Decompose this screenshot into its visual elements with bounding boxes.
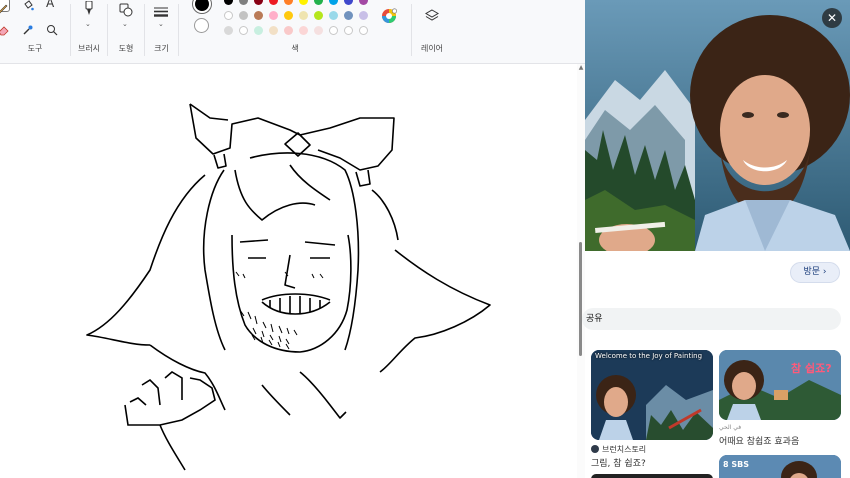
brush-icon[interactable]	[82, 0, 96, 15]
related-thumbnail	[591, 350, 713, 440]
desktop: A 도구 ⌄ 브러시 ⌄ 도형 ⌄ 크기 색 레이어 ▲ ✕ 방문 › 공유 W…	[0, 0, 850, 478]
card-source-name: 브런치스토리	[602, 445, 647, 454]
color-swatch[interactable]	[224, 11, 233, 20]
chevron-down-icon[interactable]: ⌄	[122, 20, 128, 28]
shapes-icon[interactable]	[119, 2, 133, 17]
color-swatch[interactable]	[359, 11, 368, 20]
card-overlay-text: 참 쉽죠?	[791, 362, 832, 375]
shapes-group[interactable]: ⌄ 도형	[108, 0, 144, 64]
tools-group: A 도구	[0, 0, 70, 64]
scroll-up-arrow-icon[interactable]: ▲	[577, 64, 585, 71]
card-title-banner: Welcome to the Joy of Painting	[595, 352, 703, 360]
color-swatch[interactable]	[344, 26, 353, 35]
color-swatch[interactable]	[314, 11, 323, 20]
color-picker-icon[interactable]	[22, 21, 36, 35]
colors-group: 색	[179, 0, 411, 64]
color-swatch[interactable]	[329, 11, 338, 20]
color-swatch[interactable]	[254, 0, 263, 5]
secondary-color[interactable]	[194, 18, 209, 33]
color-swatch[interactable]	[239, 11, 248, 20]
magnifier-icon[interactable]	[46, 21, 60, 36]
eraser-icon[interactable]	[0, 21, 12, 36]
tools-group-label: 도구	[27, 44, 43, 53]
color-swatch[interactable]	[224, 0, 233, 5]
related-image-card[interactable]: Welcome to the Joy of Painting	[591, 350, 713, 440]
color-swatch[interactable]	[359, 26, 368, 35]
color-swatch[interactable]	[314, 26, 323, 35]
canvas-vertical-scrollbar[interactable]: ▲	[577, 64, 585, 478]
layers-group[interactable]: 레이어	[412, 0, 452, 64]
close-button[interactable]: ✕	[822, 8, 842, 28]
colors-group-label: 색	[291, 44, 299, 53]
visit-button[interactable]: 방문 ›	[790, 262, 840, 283]
color-swatch[interactable]	[299, 0, 308, 5]
color-swatch[interactable]	[329, 0, 338, 5]
size-group-label: 크기	[154, 44, 169, 53]
color-swatch[interactable]	[284, 26, 293, 35]
card-source: 브런치스토리	[591, 444, 646, 455]
color-swatch[interactable]	[359, 0, 368, 5]
ribbon-toolbar: A 도구 ⌄ 브러시 ⌄ 도형 ⌄ 크기 색 레이어	[0, 0, 585, 64]
related-image-card[interactable]: 참 쉽죠?	[719, 350, 841, 420]
edit-colors-icon[interactable]	[381, 8, 398, 24]
card-badge: 8 SBS	[723, 460, 749, 469]
layers-group-label: 레이어	[420, 44, 444, 53]
color-swatch[interactable]	[314, 0, 323, 5]
related-image-card[interactable]: 8 SBS	[719, 455, 841, 478]
drawing-canvas[interactable]	[0, 65, 576, 478]
layers-icon[interactable]	[425, 8, 439, 22]
color-swatch[interactable]	[284, 11, 293, 20]
share-label: 공유	[586, 314, 603, 324]
color-swatch[interactable]	[329, 26, 338, 35]
color-swatch[interactable]	[299, 11, 308, 20]
color-swatch[interactable]	[254, 11, 263, 20]
color-swatch[interactable]	[284, 0, 293, 5]
chevron-down-icon[interactable]: ⌄	[158, 20, 164, 28]
paint-window: A 도구 ⌄ 브러시 ⌄ 도형 ⌄ 크기 색 레이어 ▲	[0, 0, 585, 478]
source-favicon-icon	[591, 445, 599, 453]
card-source-small: في الحي	[719, 424, 742, 431]
image-viewer-panel: ✕ 방문 › 공유 Welcome to the Joy of Painting…	[582, 0, 850, 478]
related-image-card[interactable]	[591, 474, 713, 478]
card-caption[interactable]: 그림, 참 쉽죠?	[591, 456, 646, 469]
color-swatch[interactable]	[269, 11, 278, 20]
color-swatch[interactable]	[344, 0, 353, 5]
shapes-group-label: 도형	[118, 44, 134, 53]
color-swatch[interactable]	[239, 26, 248, 35]
primary-color[interactable]	[193, 0, 211, 13]
preview-image[interactable]: ✕	[585, 0, 850, 251]
fill-bucket-icon[interactable]	[22, 0, 36, 11]
preview-painting	[585, 0, 850, 251]
color-swatch[interactable]	[254, 26, 263, 35]
text-tool-icon[interactable]: A	[46, 0, 60, 11]
share-button[interactable]: 공유	[582, 308, 841, 330]
color-swatch[interactable]	[239, 0, 248, 5]
pencil-tool[interactable]	[0, 0, 10, 14]
canvas-drawing	[86, 103, 491, 471]
chevron-down-icon[interactable]: ⌄	[85, 20, 91, 28]
brushes-group-label: 브러시	[77, 44, 101, 53]
color-swatch[interactable]	[299, 26, 308, 35]
scrollbar-thumb[interactable]	[579, 242, 582, 356]
card-caption[interactable]: 어때요 참쉽죠 효과음	[719, 434, 799, 447]
color-swatch[interactable]	[269, 26, 278, 35]
color-swatch[interactable]	[224, 26, 233, 35]
size-group[interactable]: ⌄ 크기	[145, 0, 178, 64]
stroke-size-icon[interactable]	[153, 3, 169, 17]
color-swatch[interactable]	[269, 0, 278, 5]
brushes-group[interactable]: ⌄ 브러시	[71, 0, 107, 64]
color-swatch[interactable]	[344, 11, 353, 20]
